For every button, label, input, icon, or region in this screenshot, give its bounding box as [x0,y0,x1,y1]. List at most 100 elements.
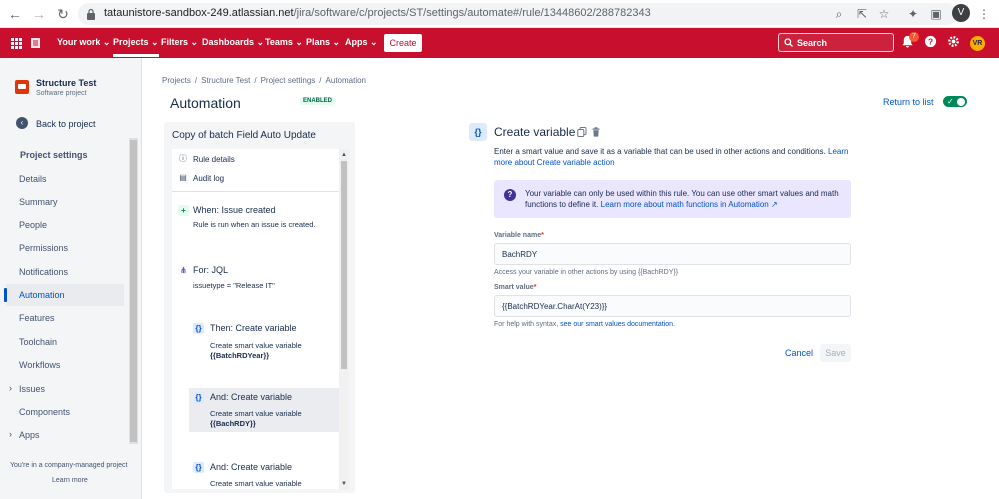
branch-title: For: JQL [193,265,229,275]
breadcrumb-projects[interactable]: Projects [162,76,191,85]
breadcrumb-automation[interactable]: Automation [326,76,366,85]
chevron-down-icon: ⌄ [190,37,199,47]
user-avatar[interactable]: VR [970,36,985,51]
nav-teams[interactable]: Teams ⌄ [265,37,303,48]
nav-filters-label: Filters [161,37,189,47]
project-avatar [15,80,29,94]
url-text: tataunistore-sandbox-249.atlassian.net/j… [104,7,651,19]
sidebar-item-summary[interactable]: Summary [6,191,124,213]
smart-values-docs-link[interactable]: see our smart values documentation. [560,321,675,328]
trash-icon[interactable] [591,127,601,137]
create-button[interactable]: Create [384,34,422,52]
back-arrow-icon[interactable]: ← [6,5,24,23]
return-to-list-link[interactable]: Return to list [883,97,934,107]
breadcrumb-project-settings[interactable]: Project settings [261,76,316,85]
sidebar-item-issues[interactable]: › Issues [6,378,124,400]
sidebar-item-toolchain[interactable]: Toolchain [6,331,124,353]
nav-dashboards[interactable]: Dashboards ⌄ [202,37,264,48]
address-bar[interactable]: tataunistore-sandbox-249.atlassian.net/j… [78,3,958,25]
nav-plans[interactable]: Plans ⌄ [306,37,340,48]
sidebar-item-label: Summary [19,197,58,207]
sidebar-item-label: Apps [19,430,40,440]
sidebar-item-workflows[interactable]: Workflows [6,354,124,376]
smart-value-input[interactable] [494,295,851,317]
cancel-button[interactable]: Cancel [782,344,816,362]
action-component-selected[interactable]: {} And: Create variable Create smart val… [189,388,339,432]
extensions-icon[interactable]: ✦ [905,6,921,22]
chevron-down-icon: ⌄ [370,37,378,47]
rule-enabled-toggle[interactable]: ✓ [943,96,967,107]
sidebar-item-label: Toolchain [19,337,58,347]
smart-value-help: For help with syntax, see our smart valu… [494,321,675,328]
settings-gear-icon[interactable] [945,35,961,51]
chevron-down-icon: ⌄ [332,37,341,47]
browser-menu-icon[interactable]: ⋮ [976,6,992,22]
sidebar-scrollbar[interactable] [129,138,138,444]
branch-component[interactable]: ⋔ For: JQL issuetype = "Release IT" [172,259,339,299]
chevron-down-icon: ⌄ [151,37,159,47]
info-panel-text: Your variable can only be used within th… [525,188,843,210]
sidebar-item-features[interactable]: Features [6,307,124,329]
info-icon: ⓘ [179,154,187,163]
zoom-icon[interactable]: ⌕ [831,6,847,22]
action-title: And: Create variable [210,462,293,472]
sidebar-item-permissions[interactable]: Permissions [6,237,124,259]
learn-more-link[interactable]: Learn more [52,477,88,484]
audit-log-item[interactable]: ▤ Audit log [172,170,339,188]
sidebar-item-notifications[interactable]: Notifications [6,261,124,283]
rule-panel-scrollbar[interactable]: ▲ ▼ [339,149,349,490]
reload-icon[interactable]: ↻ [54,5,72,23]
save-button[interactable]: Save [820,344,851,362]
forward-arrow-icon[interactable]: → [30,5,48,23]
rule-details-label: Rule details [193,155,235,164]
sidebar-item-label: Features [19,313,55,323]
rule-name[interactable]: Copy of batch Field Auto Update [172,130,316,141]
scroll-down-icon[interactable]: ▼ [340,480,348,488]
browser-profile-avatar[interactable]: V [952,4,970,22]
trigger-component[interactable]: + When: Issue created Rule is run when a… [172,199,339,239]
sidebar-item-automation[interactable]: Automation [4,284,124,306]
variable-name-label: Variable name* [494,232,544,239]
action-component[interactable]: {} And: Create variable Create smart val… [172,458,339,489]
help-icon[interactable]: ? [922,35,938,51]
sidebar-item-components[interactable]: Components [6,401,124,423]
rule-panel-scrollbar-thumb[interactable] [341,161,347,369]
project-sidebar: Structure Test Software project ‹ Back t… [0,58,142,499]
nav-filters[interactable]: Filters ⌄ [161,37,198,48]
variable-name-input[interactable] [494,243,851,265]
scroll-up-icon[interactable]: ▲ [340,151,348,159]
sidebar-item-label: Notifications [19,267,69,277]
breadcrumb-separator: / [319,76,322,85]
notification-count-badge: 7 [909,32,919,42]
jira-logo-icon[interactable] [30,37,41,49]
chevron-right-icon: › [9,383,12,393]
search-icon [784,38,793,47]
sidebar-item-apps[interactable]: › Apps [6,424,124,446]
trigger-description: Rule is run when an issue is created. [193,220,316,229]
nav-apps[interactable]: Apps ⌄ [345,37,378,48]
audit-log-label: Audit log [193,174,225,183]
rule-details-item[interactable]: ⓘ Rule details [172,151,339,169]
share-icon[interactable]: ⇱ [854,6,870,22]
project-name[interactable]: Structure Test [36,78,96,88]
side-panel-icon[interactable]: ▣ [928,6,944,22]
nav-projects[interactable]: Projects ⌄ [113,37,159,57]
bookmark-star-icon[interactable]: ☆ [876,6,892,22]
sidebar-item-people[interactable]: People [6,214,124,236]
nav-teams-label: Teams [265,37,293,47]
copy-icon[interactable] [577,127,587,137]
global-search-input[interactable]: Search [778,33,894,52]
math-functions-link[interactable]: Learn more about math functions in Autom… [601,200,778,209]
nav-projects-label: Projects [113,37,149,47]
config-description-text: Enter a smart value and save it as a var… [494,147,826,156]
nav-your-work[interactable]: Your work ⌄ [57,37,110,48]
breadcrumb-project[interactable]: Structure Test [201,76,250,85]
braces-icon: {} [193,323,204,334]
branch-description: issuetype = "Release IT" [193,281,275,290]
sidebar-item-details[interactable]: Details [6,168,124,190]
app-switcher-icon[interactable] [11,38,22,49]
sidebar-scrollbar-thumb[interactable] [130,140,137,442]
back-to-project-button[interactable]: ‹ Back to project [14,116,134,132]
action-component[interactable]: {} Then: Create variable Create smart va… [172,319,339,367]
company-managed-note: You're in a company-managed project [10,462,128,469]
